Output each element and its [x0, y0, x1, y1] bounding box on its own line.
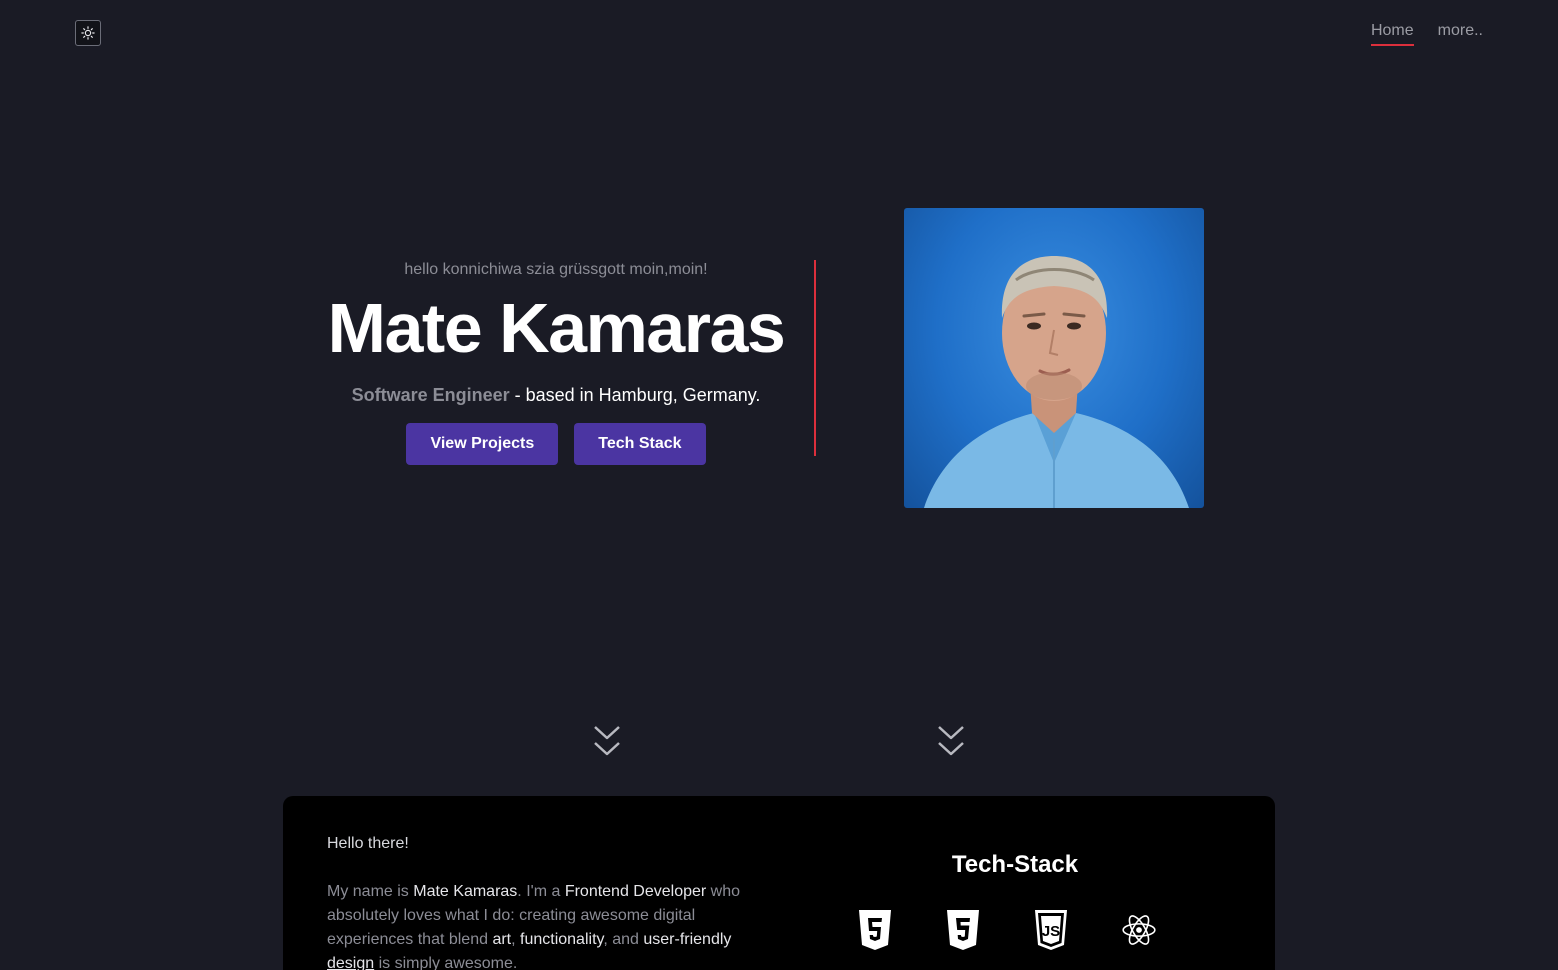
- html5-icon: [857, 908, 893, 952]
- location-text: - based in Hamburg, Germany.: [509, 385, 761, 405]
- theme-toggle-button[interactable]: [75, 20, 101, 46]
- nav-home-link[interactable]: Home: [1370, 22, 1414, 46]
- svg-text:JS: JS: [1042, 923, 1060, 940]
- view-projects-button[interactable]: View Projects: [406, 423, 559, 465]
- about-text-fragment: . I'm a: [517, 883, 565, 900]
- about-text-fragment: , and: [603, 931, 644, 948]
- about-name: Mate Kamaras: [413, 883, 518, 900]
- about-role: Frontend Developer: [564, 883, 707, 900]
- chevron-double-down-icon[interactable]: [937, 725, 965, 759]
- about-user-friendly: user-friendly: [643, 931, 732, 948]
- about-functionality: functionality: [520, 931, 604, 948]
- hero-intro: hello konnichiwa szia grüssgott moin,moi…: [300, 258, 812, 465]
- about-heading: Hello there!: [327, 835, 409, 852]
- javascript-icon: JS: [1033, 908, 1069, 952]
- top-nav: Home more..: [1370, 22, 1483, 46]
- react-icon: [1121, 908, 1157, 952]
- hero-divider: [814, 260, 816, 456]
- about-paragraph: My name is Mate Kamaras. I'm a Frontend …: [327, 880, 757, 970]
- chevron-double-down-icon[interactable]: [593, 725, 621, 759]
- hero-buttons: View Projects Tech Stack: [300, 423, 812, 465]
- greeting-text: hello konnichiwa szia grüssgott moin,moi…: [404, 261, 708, 278]
- about-card: Hello there! My name is Mate Kamaras. I'…: [283, 796, 1275, 970]
- portrait-illustration: [924, 256, 1189, 508]
- hero-name: Mate Kamaras: [327, 289, 786, 367]
- about-art: art: [492, 931, 512, 948]
- nav-more-link[interactable]: more..: [1438, 22, 1483, 46]
- about-design: design: [327, 955, 375, 970]
- about-text: Hello there! My name is Mate Kamaras. I'…: [327, 832, 757, 970]
- about-text-fragment: is simply awesome.: [374, 955, 518, 970]
- tech-stack-title: Tech-Stack: [951, 851, 1079, 878]
- about-text-fragment: ,: [511, 931, 521, 948]
- tech-stack-icons: JS: [857, 908, 1157, 952]
- role-text: Software Engineer: [351, 385, 510, 405]
- page: Home more.. hello konnichiwa szia grüssg…: [0, 0, 1558, 970]
- sun-icon: [81, 26, 95, 40]
- css3-icon: [945, 908, 981, 952]
- tech-stack-button[interactable]: Tech Stack: [574, 423, 706, 465]
- role-line: Software Engineer - based in Hamburg, Ge…: [300, 382, 812, 408]
- profile-photo: [904, 208, 1204, 508]
- about-text-fragment: My name is: [327, 883, 414, 900]
